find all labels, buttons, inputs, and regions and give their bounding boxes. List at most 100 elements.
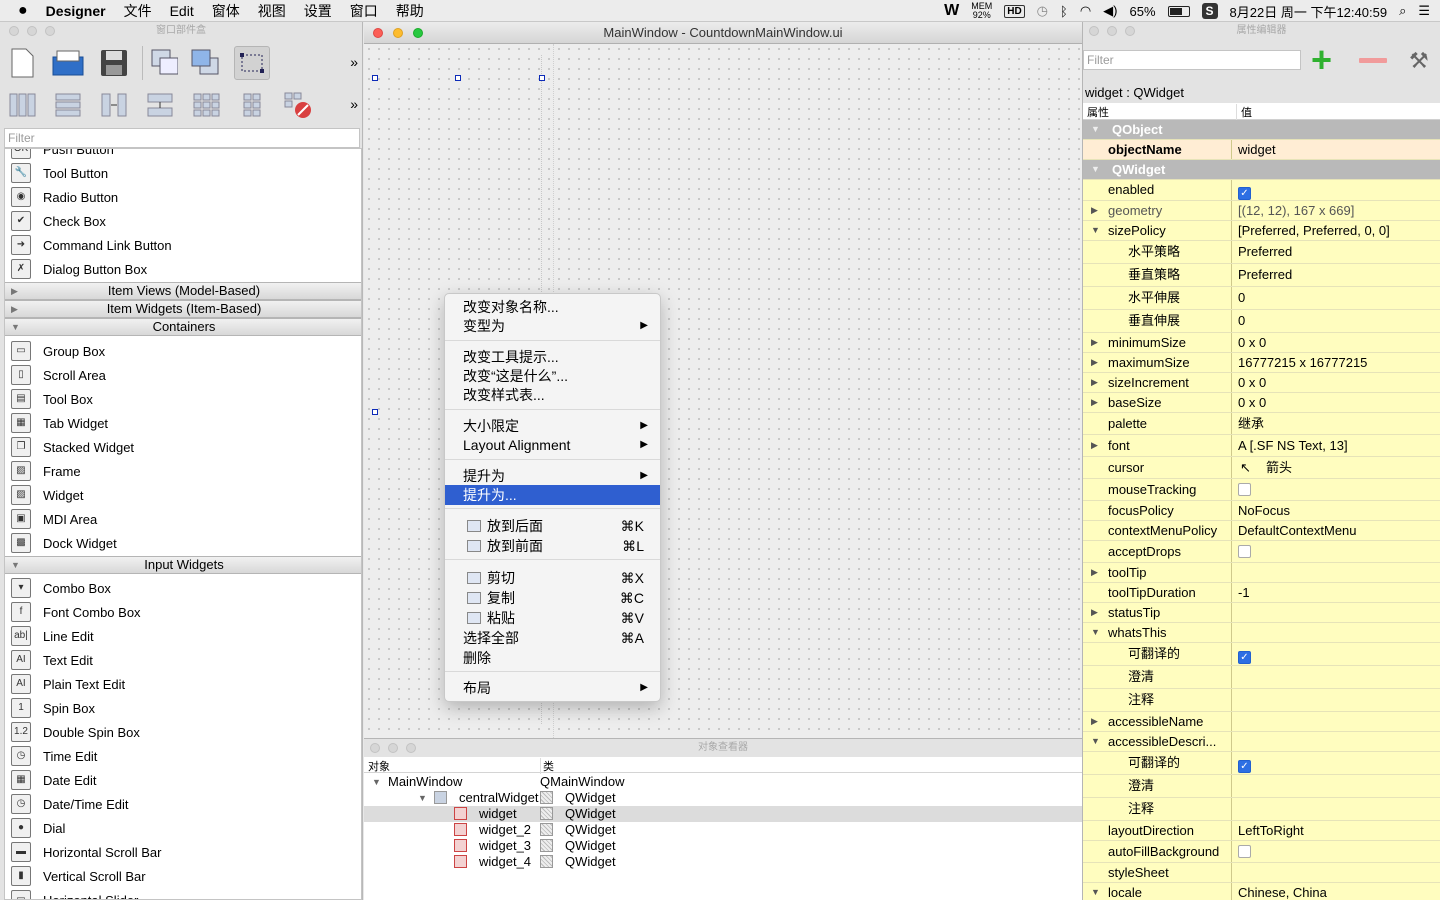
change-whatsthis-item[interactable]: 改变“这是什么”...: [445, 366, 660, 386]
s-icon[interactable]: S: [1201, 3, 1218, 19]
minimize-button[interactable]: [1107, 26, 1117, 36]
property-row[interactable]: 水平伸展 0: [1083, 287, 1440, 310]
configure-icon[interactable]: ⚒: [1409, 48, 1429, 74]
select-all-item[interactable]: 选择全部 ⌘A: [445, 628, 660, 648]
property-row[interactable]: 水平策略 Preferred: [1083, 241, 1440, 264]
notification-center-icon[interactable]: ☰: [1418, 3, 1430, 19]
copy-item[interactable]: 复制 ⌘C: [445, 588, 660, 608]
property-value[interactable]: ✓: [1233, 752, 1440, 774]
property-value[interactable]: [1233, 479, 1440, 500]
property-value[interactable]: [1233, 712, 1440, 731]
property-row[interactable]: ▼ accessibleDescri...: [1083, 732, 1440, 752]
layout-alignment-item[interactable]: Layout Alignment ▶: [445, 435, 660, 455]
property-row[interactable]: contextMenuPolicy DefaultContextMenu: [1083, 521, 1440, 541]
volume-icon[interactable]: ◀): [1103, 3, 1117, 19]
widget-item[interactable]: ✔ Check Box: [5, 209, 361, 233]
column-property[interactable]: 属性: [1087, 104, 1109, 120]
widget-item[interactable]: ▨ Frame: [5, 459, 361, 483]
widget-item[interactable]: ◷ Date/Time Edit: [5, 792, 361, 816]
menu-form[interactable]: 窗体: [203, 0, 249, 22]
widget-item[interactable]: OK Push Button: [5, 149, 361, 161]
widget-item[interactable]: 1.2 Double Spin Box: [5, 720, 361, 744]
widget-item[interactable]: ab| Line Edit: [5, 624, 361, 648]
property-value[interactable]: 继承: [1233, 413, 1440, 434]
widget-item[interactable]: AI Plain Text Edit: [5, 672, 361, 696]
menu-settings[interactable]: 设置: [295, 0, 341, 22]
property-value[interactable]: Preferred: [1233, 264, 1440, 286]
spotlight-icon[interactable]: ⌕: [1399, 3, 1406, 19]
new-file-icon[interactable]: [4, 46, 40, 80]
bluetooth-icon[interactable]: ᛒ: [1060, 4, 1068, 19]
widget-item[interactable]: ▨ Widget: [5, 483, 361, 507]
change-stylesheet-item[interactable]: 改变样式表...: [445, 385, 660, 405]
property-row[interactable]: 澄清: [1083, 775, 1440, 798]
property-value[interactable]: A [.SF NS Text, 13]: [1233, 435, 1440, 456]
close-button[interactable]: [1089, 26, 1099, 36]
property-filter-input[interactable]: Filter: [1083, 50, 1301, 70]
property-value[interactable]: [1233, 666, 1440, 688]
break-layout-icon[interactable]: [280, 88, 316, 122]
property-row[interactable]: 可翻译的 ✓: [1083, 643, 1440, 666]
layout-vertical-icon[interactable]: [50, 88, 86, 122]
zoom-button[interactable]: [1125, 26, 1135, 36]
property-value[interactable]: 0: [1233, 310, 1440, 332]
app-menu[interactable]: Designer: [37, 0, 115, 22]
minimize-button[interactable]: [27, 26, 37, 36]
property-value[interactable]: widget: [1233, 140, 1440, 159]
property-row[interactable]: objectName widget: [1083, 140, 1440, 160]
remove-dynamic-property-icon[interactable]: [1359, 58, 1387, 63]
category-containers[interactable]: ▼ Containers: [5, 318, 361, 336]
property-row[interactable]: ▶ font A [.SF NS Text, 13]: [1083, 435, 1440, 457]
toolbar-overflow-icon[interactable]: »: [350, 54, 358, 70]
memory-status[interactable]: MEM 92%: [971, 2, 992, 20]
widget-item[interactable]: ▤ Tool Box: [5, 387, 361, 411]
object-row[interactable]: ▼ centralWidget QWidget: [364, 790, 1082, 806]
layout-h-splitter-icon[interactable]: [96, 88, 132, 122]
column-value[interactable]: 值: [1236, 104, 1252, 120]
property-value[interactable]: 0 x 0: [1233, 373, 1440, 392]
unchecked-checkbox[interactable]: [1238, 483, 1251, 496]
object-row[interactable]: widget_2 QWidget: [364, 822, 1082, 838]
property-value[interactable]: NoFocus: [1233, 501, 1440, 520]
widget-item[interactable]: ➜ Command Link Button: [5, 233, 361, 257]
property-value[interactable]: 0 x 0: [1233, 393, 1440, 412]
property-value[interactable]: Chinese, China: [1233, 883, 1440, 900]
widget-item[interactable]: ▦ Tab Widget: [5, 411, 361, 435]
property-row[interactable]: ▶ accessibleName: [1083, 712, 1440, 732]
property-row[interactable]: ▶ sizeIncrement 0 x 0: [1083, 373, 1440, 393]
layout-grid-icon[interactable]: [234, 88, 270, 122]
minimize-button[interactable]: [388, 743, 398, 753]
widget-item[interactable]: ▮ Vertical Scroll Bar: [5, 864, 361, 888]
widget-item[interactable]: 🔧 Tool Button: [5, 161, 361, 185]
property-row[interactable]: acceptDrops: [1083, 541, 1440, 563]
property-value[interactable]: [1233, 863, 1440, 882]
property-row[interactable]: ▼ whatsThis: [1083, 623, 1440, 643]
property-value[interactable]: 16777215 x 16777215: [1233, 353, 1440, 372]
object-row[interactable]: widget QWidget: [364, 806, 1082, 822]
property-row[interactable]: ▶ geometry [(12, 12), 167 x 669]: [1083, 201, 1440, 221]
menu-view[interactable]: 视图: [249, 0, 295, 22]
property-value[interactable]: [1233, 732, 1440, 751]
property-row[interactable]: ▼ sizePolicy [Preferred, Preferred, 0, 0]: [1083, 221, 1440, 241]
save-file-icon[interactable]: [96, 46, 132, 80]
resize-handle[interactable]: [372, 75, 378, 81]
unchecked-checkbox[interactable]: [1238, 845, 1251, 858]
form-close-button[interactable]: [373, 28, 383, 38]
battery-percent[interactable]: 65%: [1130, 4, 1156, 19]
property-row[interactable]: layoutDirection LeftToRight: [1083, 821, 1440, 841]
property-row[interactable]: mouseTracking: [1083, 479, 1440, 501]
property-value[interactable]: [Preferred, Preferred, 0, 0]: [1233, 221, 1440, 240]
column-class[interactable]: 类: [540, 758, 554, 774]
resize-handle[interactable]: [372, 409, 378, 415]
apple-icon[interactable]: ●: [0, 0, 37, 22]
widget-item[interactable]: ▬ Horizontal Scroll Bar: [5, 840, 361, 864]
property-value[interactable]: ✓: [1233, 180, 1440, 200]
property-row[interactable]: focusPolicy NoFocus: [1083, 501, 1440, 521]
property-row[interactable]: toolTipDuration -1: [1083, 583, 1440, 603]
column-object[interactable]: 对象: [368, 758, 390, 774]
expanded-arrow-icon[interactable]: ▼: [372, 774, 381, 790]
delete-item[interactable]: 删除: [445, 648, 660, 668]
property-value[interactable]: [1233, 775, 1440, 797]
hd-icon[interactable]: HD: [1004, 4, 1025, 18]
property-value[interactable]: [1233, 603, 1440, 622]
